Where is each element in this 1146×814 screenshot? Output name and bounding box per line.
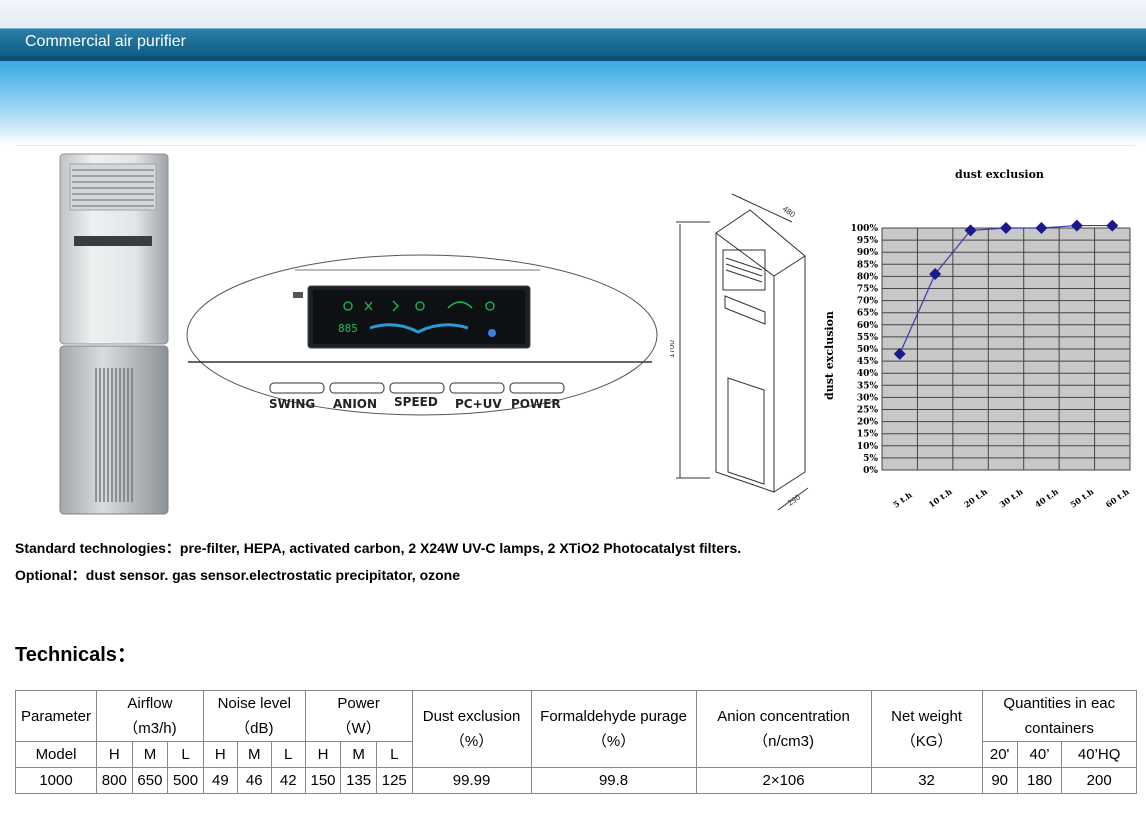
header-formaldehyde: Formaldehyde purage （%） [530, 690, 697, 768]
cell-formaldehyde: 99.8 [530, 767, 697, 794]
dim-depth: 480 [781, 204, 798, 219]
header-anion: Anion concentration （n/cm3) [695, 690, 872, 768]
standard-technologies-text: Standard technologies：pre-filter, HEPA, … [15, 540, 742, 556]
cell-power-l: 125 [375, 767, 413, 794]
cell-noise-m: 46 [236, 767, 272, 794]
top-strip [0, 0, 1146, 28]
sub-power-l: L [375, 741, 413, 768]
air-purifier-photo [59, 153, 169, 515]
chart-y-tick-label: 10% [857, 442, 879, 452]
header-model: Model [15, 741, 97, 768]
sub-power-m: M [340, 741, 377, 768]
chart-x-tick-label: 5 t.h [891, 489, 914, 509]
header-noise-level: Noise level （dB) [202, 690, 306, 742]
unit-dimension-drawing: 480 1700 290 [670, 193, 809, 511]
technical-spec-table: Parameter Airflow （m3/h) Noise level （dB) … [15, 690, 1138, 794]
banner-gradient [0, 61, 1146, 145]
technicals-heading: Technicals： [15, 644, 137, 666]
chart-y-tick-label: 75% [857, 285, 879, 295]
chart-y-tick-label: 65% [857, 309, 879, 319]
cell-airflow-l: 500 [167, 767, 204, 794]
chart-x-tick-label: 50 t.h [1068, 486, 1095, 509]
cell-airflow-m: 650 [131, 767, 169, 794]
cell-model: 1000 [15, 767, 97, 794]
cell-noise-h: 49 [202, 767, 238, 794]
chart-y-tick-label: 30% [857, 393, 879, 403]
chart-x-tick-label: 20 t.h [962, 486, 989, 509]
cell-airflow-h: 800 [96, 767, 133, 794]
sub-container-20: 20' [981, 741, 1018, 768]
chart-y-tick-label: 25% [857, 406, 879, 416]
chart-y-tick-label: 45% [857, 357, 879, 367]
cell-anion: 2×106 [695, 767, 872, 794]
cell-weight: 32 [870, 767, 983, 794]
sub-airflow-m: M [131, 741, 169, 768]
chart-y-tick-label: 0% [863, 466, 878, 476]
chart-y-tick-label: 85% [857, 260, 879, 270]
sub-power-h: H [304, 741, 342, 768]
cell-container-40: 180 [1016, 767, 1063, 794]
chart-x-tick-label: 10 t.h [927, 486, 954, 509]
divider [15, 145, 1135, 146]
chart-y-tick-label: 55% [857, 333, 879, 343]
cell-noise-l: 42 [270, 767, 306, 794]
panel-button-anion: ANION [333, 397, 377, 411]
chart-x-tick-label: 40 t.h [1033, 486, 1060, 509]
chart-y-tick-label: 40% [857, 369, 879, 379]
chart-y-tick-label: 60% [857, 321, 879, 331]
chart-x-tick-label: 30 t.h [997, 486, 1024, 509]
cell-power-h: 150 [304, 767, 342, 794]
header-airflow: Airflow （m3/h) [96, 690, 204, 742]
chart-y-tick-label: 15% [857, 430, 879, 440]
sub-container-40hq: 40’HQ [1061, 741, 1137, 768]
sub-airflow-l: L [167, 741, 204, 768]
panel-button-speed: SPEED [394, 395, 438, 409]
header-quantities: Quantities in eac containers [981, 690, 1138, 742]
header-dust-exclusion: Dust exclusion （%） [411, 690, 532, 768]
dust-exclusion-chart: dust exclusion dust exclusion 0% 5% 10% 15%… [823, 168, 1131, 510]
chart-y-tick-label: 90% [857, 248, 879, 258]
chart-y-tick-label: 70% [857, 297, 879, 307]
chart-y-tick-label: 5% [863, 454, 878, 464]
chart-x-tick-label: 60 t.h [1104, 486, 1131, 509]
table-row: 1000 800 650 500 49 46 42 150 135 125 99… [15, 767, 1137, 794]
panel-button-swing: SWING [269, 397, 315, 411]
chart-y-tick-label: 80% [857, 272, 879, 282]
cell-power-m: 135 [340, 767, 377, 794]
table-header-row: Parameter Airflow （m3/h) Noise level （dB) … [15, 690, 1138, 768]
header-parameter: Parameter [15, 690, 97, 742]
title-bar: Commercial air purifier [0, 28, 1146, 57]
sub-container-40: 40’ [1016, 741, 1063, 768]
chart-title: dust exclusion [955, 168, 1044, 181]
chart-y-tick-label: 35% [857, 381, 879, 391]
control-panel-illustration: 885 SWING ANION SPEED PC+UV POWER [186, 254, 658, 416]
chart-y-tick-label: 50% [857, 345, 879, 355]
chart-y-axis-label: dust exclusion [823, 311, 836, 400]
sub-noise-h: H [202, 741, 238, 768]
cell-container-20: 90 [981, 767, 1018, 794]
sub-noise-l: L [270, 741, 306, 768]
sub-noise-m: M [236, 741, 272, 768]
chart-y-tick-label: 95% [857, 236, 879, 246]
panel-button-power: POWER [511, 397, 561, 411]
dim-height: 1700 [670, 340, 676, 358]
panel-display-digits: 885 [338, 322, 358, 335]
header-net-weight: Net weight （KG） [870, 690, 983, 768]
panel-button-pcuv: PC+UV [455, 397, 502, 411]
sub-airflow-h: H [96, 741, 133, 768]
chart-y-tick-label: 20% [857, 418, 879, 428]
chart-y-tick-label: 100% [851, 224, 879, 234]
optional-text: Optional：dust sensor. gas sensor.electro… [15, 567, 461, 583]
cell-container-40hq: 200 [1061, 767, 1137, 794]
dim-width: 290 [786, 492, 803, 507]
header-power: Power （W） [304, 690, 413, 742]
cell-dust: 99.99 [411, 767, 532, 794]
page-title: Commercial air purifier [25, 33, 186, 50]
